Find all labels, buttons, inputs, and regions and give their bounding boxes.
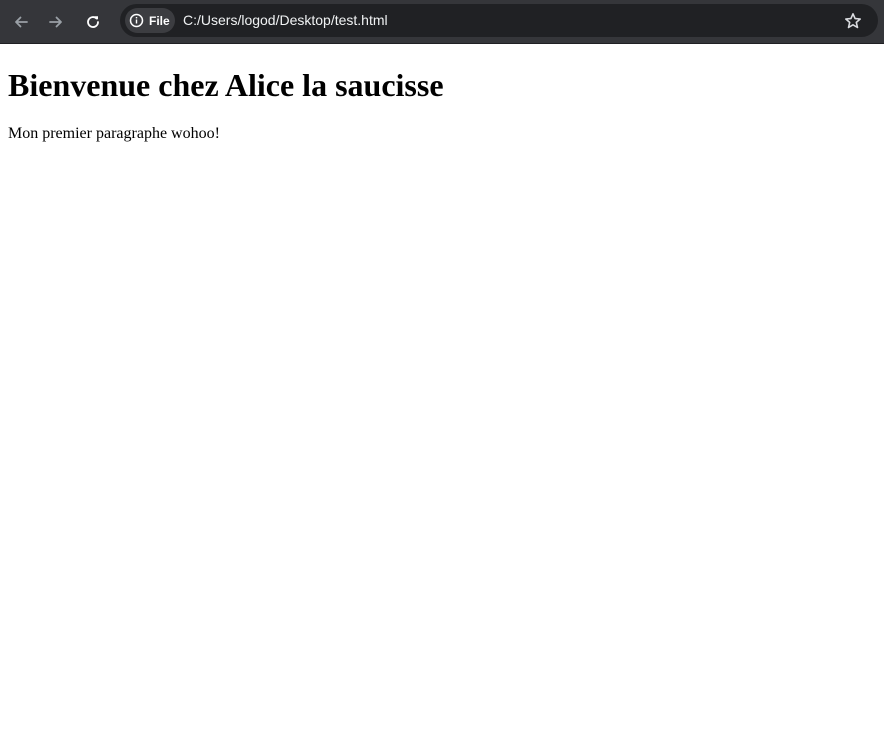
site-info-chip[interactable]: File xyxy=(125,8,175,33)
star-icon xyxy=(845,13,861,29)
forward-button[interactable] xyxy=(42,8,70,36)
page-heading: Bienvenue chez Alice la saucisse xyxy=(8,67,444,103)
browser-toolbar: File C:/Users/logod/Desktop/test.html xyxy=(0,0,884,44)
address-bar[interactable]: File C:/Users/logod/Desktop/test.html xyxy=(120,4,878,37)
reload-icon xyxy=(87,16,99,28)
reload-button[interactable] xyxy=(79,8,107,36)
arrow-left-icon xyxy=(15,16,28,28)
site-info-label: File xyxy=(149,13,170,28)
bookmark-button[interactable] xyxy=(842,10,864,32)
page-paragraph: Mon premier paragraphe wohoo! xyxy=(8,125,220,142)
page-content: Bienvenue chez Alice la saucisse Mon pre… xyxy=(0,44,884,734)
arrow-right-icon xyxy=(49,16,62,28)
info-icon xyxy=(129,13,144,28)
back-button[interactable] xyxy=(7,8,35,36)
url-text[interactable]: C:/Users/logod/Desktop/test.html xyxy=(183,12,388,28)
